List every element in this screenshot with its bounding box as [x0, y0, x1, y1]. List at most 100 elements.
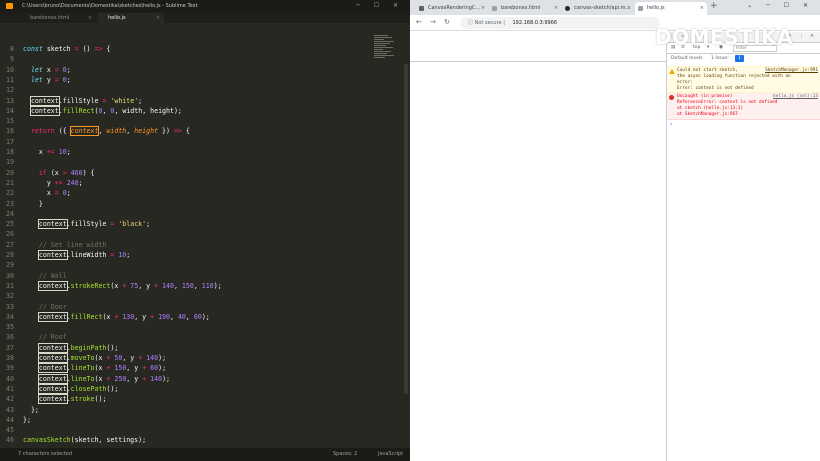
vertical-scrollbar[interactable] — [404, 64, 408, 394]
line-number: 17 — [6, 137, 14, 146]
forward-icon[interactable]: → — [430, 18, 436, 26]
code-text: context.beginPath(); — [37, 342, 119, 353]
desktop: C:\Users\bruno\Documents\Domestika\sketc… — [0, 0, 820, 461]
code-line[interactable]: 46 canvasSketch(sketch, settings); — [0, 435, 402, 445]
code-line[interactable]: 31 context.strokeRect(x + 75, y + 140, 1… — [0, 280, 402, 291]
code-text: context.lineTo(x + 250, y + 140); — [37, 373, 171, 384]
code-line[interactable]: 16 return ({ context, width, height }) =… — [0, 126, 402, 137]
code-line[interactable]: 26 — [0, 229, 402, 239]
code-line[interactable]: 28 context.lineWidth = 10; — [0, 250, 402, 260]
line-number: 21 — [6, 178, 14, 187]
line-number: 42 — [6, 395, 14, 404]
code-line[interactable]: 23 } — [0, 199, 402, 209]
console-warning-message[interactable]: Could not start sketch, SketchManager.js… — [667, 66, 820, 93]
code-line[interactable]: 11 let y = 0; — [0, 75, 402, 85]
line-number: 22 — [6, 189, 14, 198]
code-line[interactable]: 22 x = 0; — [0, 188, 402, 198]
warning-source-link[interactable]: SketchManager.js:991 — [765, 68, 818, 73]
code-line[interactable]: 21 y += 240; — [0, 178, 402, 188]
code-line[interactable]: 44}; — [0, 415, 402, 425]
code-line[interactable]: 12 — [0, 85, 402, 95]
line-number: 45 — [6, 426, 14, 435]
code-line[interactable]: 15 — [0, 116, 402, 126]
code-line[interactable]: 43 }; — [0, 405, 402, 415]
line-number: 44 — [6, 415, 14, 424]
tab-hello-js[interactable]: hello.js × — [635, 2, 707, 15]
code-line[interactable]: 42 context.stroke(); — [0, 394, 402, 405]
minimap[interactable] — [374, 35, 396, 75]
close-icon[interactable]: × — [481, 2, 485, 15]
code-text: context.fillStyle = 'black'; — [37, 219, 151, 230]
code-line[interactable]: 30 // Wall — [0, 271, 402, 281]
code-line[interactable]: 9 — [0, 54, 402, 64]
code-line[interactable]: 32 — [0, 291, 402, 301]
reload-icon[interactable]: ↻ — [444, 18, 450, 26]
tab-canvas-sketch-api[interactable]: canvas-sketch/api.m... × — [562, 2, 634, 15]
code-line[interactable]: 14 context.fillRect(0, 0, width, height)… — [0, 105, 402, 116]
console-error-message[interactable]: Uncaught (in promise) hello.js (sel):13 … — [667, 93, 820, 120]
console-prompt[interactable]: › — [670, 121, 672, 128]
code-line[interactable]: 19 — [0, 157, 402, 167]
code-text: let y = 0; — [30, 75, 71, 84]
issue-count-badge[interactable]: 1 — [735, 55, 744, 62]
close-icon[interactable]: ✕ — [810, 34, 814, 39]
tab-hello-js[interactable]: hello.js × — [98, 13, 164, 23]
syntax-status[interactable]: JavaScript — [378, 448, 403, 461]
code-line[interactable]: 24 — [0, 209, 402, 219]
code-line[interactable]: 35 — [0, 322, 402, 332]
code-line[interactable]: 36 // Roof — [0, 332, 402, 342]
code-line[interactable]: 38 context.moveTo(x + 50, y + 140); — [0, 353, 402, 363]
code-line[interactable]: 8 const sketch = () => { — [0, 44, 402, 54]
close-icon[interactable]: × — [156, 13, 160, 23]
address-bar[interactable]: ⓘ Not secure | 192.168.0.3:9966 — [460, 17, 660, 29]
close-icon[interactable]: × — [627, 2, 631, 15]
tab-barebones[interactable]: barebones.html × — [489, 2, 561, 15]
code-line[interactable]: 20 if (x > 460) { — [0, 168, 402, 178]
line-number: 13 — [6, 96, 14, 105]
tab-canvas-rendering[interactable]: CanvasRenderingC... × — [416, 2, 488, 15]
code-text: // Roof — [23, 333, 67, 342]
new-tab-icon[interactable]: + — [710, 1, 718, 11]
code-line[interactable]: 41 context.closePath(); — [0, 383, 402, 394]
close-icon[interactable]: × — [88, 13, 92, 23]
code-line[interactable]: 40 context.lineTo(x + 250, y + 140); — [0, 373, 402, 384]
code-text: context.fillRect(x + 130, y + 190, 40, 6… — [37, 311, 210, 322]
tab-barebones-html[interactable]: barebones.html × — [20, 13, 96, 23]
close-icon[interactable]: × — [554, 2, 558, 15]
issues-label[interactable]: 1 Issue: — [711, 56, 729, 61]
code-text: }; — [23, 405, 39, 414]
code-text: }; — [23, 415, 31, 424]
log-levels-select[interactable]: Default levels — [671, 56, 703, 61]
back-icon[interactable]: ← — [416, 18, 422, 26]
code-line[interactable]: 13 context.fillStyle = 'white'; — [0, 95, 402, 106]
code-line[interactable]: 34 context.fillRect(x + 130, y + 190, 40… — [0, 311, 402, 322]
code-line[interactable]: 29 — [0, 260, 402, 270]
more-icon[interactable]: ⋮ — [799, 34, 804, 39]
code-line[interactable]: 45 — [0, 425, 402, 435]
window-controls[interactable]: ─ ☐ ✕ — [356, 0, 404, 12]
code-line[interactable]: 33 // Door — [0, 302, 402, 312]
code-line[interactable]: 39 context.lineTo(x + 150, y + 60); — [0, 363, 402, 374]
error-line: Uncaught (in promise) — [677, 94, 733, 99]
code-editor[interactable]: 8 const sketch = () => {9 10 let x = 0; 11 … — [0, 24, 402, 448]
code-line[interactable]: 27 // Set line width — [0, 240, 402, 250]
line-number: 41 — [6, 384, 14, 393]
code-line[interactable]: 17 — [0, 137, 402, 147]
line-number: 24 — [6, 209, 14, 218]
window-controls[interactable]: ⌄ ─ ☐ ✕ — [747, 2, 814, 9]
code-line[interactable]: 10 let x = 0; — [0, 65, 402, 75]
code-line[interactable]: 18 x += 10; — [0, 147, 402, 157]
code-text: y += 240; — [23, 178, 83, 187]
url-text: 192.168.0.3:9966 — [512, 20, 558, 26]
error-source-link[interactable]: hello.js (sel):13 — [773, 94, 818, 99]
code-line[interactable]: 25 context.fillStyle = 'black'; — [0, 219, 402, 230]
code-text: // Set line width — [23, 240, 107, 249]
close-icon[interactable]: × — [700, 2, 704, 15]
indentation-status[interactable]: Spaces: 2 — [333, 448, 357, 461]
code-line[interactable]: 37 context.beginPath(); — [0, 342, 402, 353]
not-secure-icon[interactable]: ⓘ — [468, 20, 473, 26]
sublime-titlebar: C:\Users\bruno\Documents\Domestika\sketc… — [0, 0, 410, 12]
line-number: 30 — [6, 271, 14, 280]
sketch-canvas[interactable] — [410, 32, 666, 62]
code-text: context.fillRect(0, 0, width, height); — [29, 105, 182, 116]
